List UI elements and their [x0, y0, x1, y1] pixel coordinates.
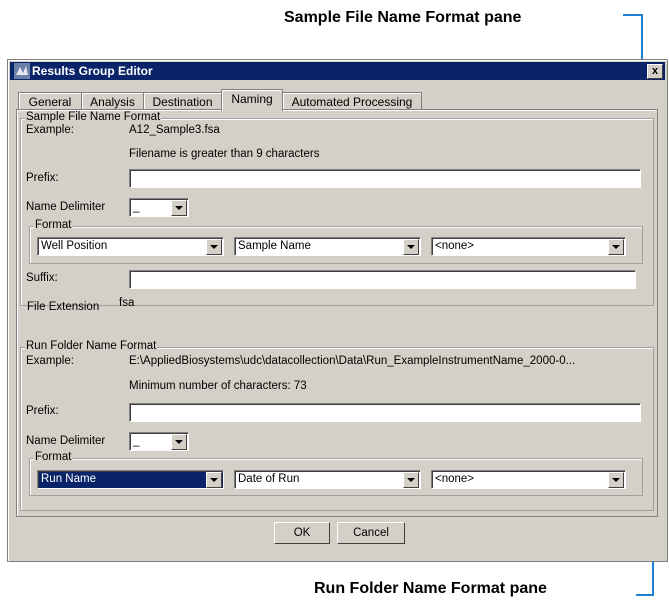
run-format-field-2[interactable]: Date of Run	[234, 470, 421, 489]
run-format-legend: Format	[34, 451, 73, 463]
run-format-group: Format Run Name Date of Run <none>	[29, 451, 643, 496]
sample-length-note: Filename is greater than 9 characters	[129, 148, 320, 160]
run-callout-line-bottom	[636, 594, 654, 596]
sample-suffix-label: Suffix:	[26, 272, 58, 284]
run-example-label: Example:	[26, 355, 74, 367]
chevron-down-icon[interactable]	[171, 434, 187, 450]
run-pane-callout: Run Folder Name Format pane	[314, 580, 547, 597]
sample-format-group: Format Well Position Sample Name <none>	[29, 219, 643, 264]
run-prefix-input[interactable]	[129, 403, 641, 422]
sample-pane-callout: Sample File Name Format pane	[284, 9, 522, 26]
title-bar: Results Group Editor x	[10, 62, 665, 80]
sample-format-field-2[interactable]: Sample Name	[234, 237, 421, 256]
run-folder-name-format-group: Run Folder Name Format Example: E:\Appli…	[20, 340, 654, 511]
run-length-note: Minimum number of characters: 73	[129, 380, 307, 392]
sample-callout-line-top	[623, 14, 643, 16]
sample-extension-value: fsa	[119, 297, 135, 309]
run-delimiter-value: _	[133, 435, 140, 447]
ok-button[interactable]: OK	[274, 522, 330, 544]
run-format-field-1[interactable]: Run Name	[37, 470, 224, 489]
chevron-down-icon[interactable]	[171, 200, 187, 216]
sample-format-field-1[interactable]: Well Position	[37, 237, 224, 256]
sample-example-value: A12_Sample3.fsa	[129, 124, 220, 136]
sample-format-3-value: <none>	[435, 240, 475, 252]
sample-file-name-format-group: Sample File Name Format Example: A12_Sam…	[20, 111, 654, 313]
run-prefix-label: Prefix:	[26, 405, 59, 417]
sample-delimiter-label: Name Delimiter	[26, 201, 106, 213]
cancel-button[interactable]: Cancel	[337, 522, 405, 544]
run-delimiter-select[interactable]: _	[129, 432, 189, 451]
app-icon	[14, 63, 30, 79]
sample-group-legend: Sample File Name Format	[25, 111, 162, 123]
chevron-down-icon[interactable]	[608, 472, 624, 488]
sample-format-1-value: Well Position	[41, 240, 108, 252]
tab-naming[interactable]: Naming	[221, 89, 283, 111]
sample-delimiter-value: _	[133, 201, 140, 213]
sample-format-2-value: Sample Name	[238, 240, 311, 252]
sample-delimiter-select[interactable]: _	[129, 198, 189, 217]
sample-prefix-label: Prefix:	[26, 172, 59, 184]
sample-suffix-input[interactable]	[129, 270, 636, 289]
chevron-down-icon[interactable]	[608, 239, 624, 255]
window-title: Results Group Editor	[32, 64, 153, 78]
naming-panel: Sample File Name Format Example: A12_Sam…	[16, 109, 658, 517]
chevron-down-icon[interactable]	[403, 239, 419, 255]
run-format-1-value: Run Name	[41, 473, 96, 485]
run-example-value: E:\AppliedBiosystems\udc\datacollection\…	[129, 355, 576, 367]
close-button[interactable]: x	[647, 64, 663, 79]
run-format-field-3[interactable]: <none>	[431, 470, 626, 489]
run-group-legend: Run Folder Name Format	[25, 340, 158, 352]
chevron-down-icon[interactable]	[403, 472, 419, 488]
run-format-2-value: Date of Run	[238, 473, 300, 485]
results-group-editor-window: Results Group Editor x General Analysis …	[7, 59, 668, 562]
chevron-down-icon[interactable]	[206, 472, 222, 488]
sample-example-label: Example:	[26, 124, 74, 136]
chevron-down-icon[interactable]	[206, 239, 222, 255]
run-delimiter-label: Name Delimiter	[26, 435, 106, 447]
run-format-3-value: <none>	[435, 473, 475, 485]
sample-extension-label: File Extension	[27, 301, 100, 313]
sample-prefix-input[interactable]	[129, 169, 641, 188]
sample-format-field-3[interactable]: <none>	[431, 237, 626, 256]
sample-format-legend: Format	[34, 219, 73, 231]
